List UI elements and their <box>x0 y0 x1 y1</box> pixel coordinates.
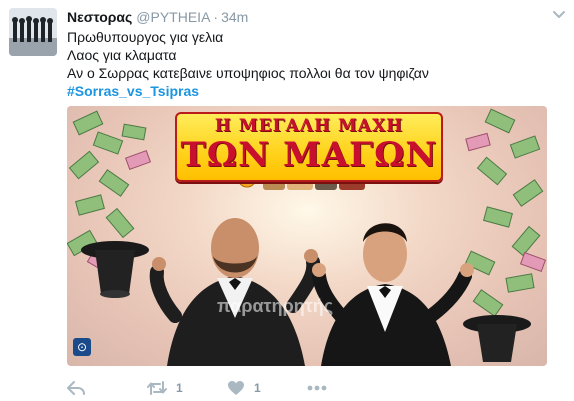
banner-title-line-1: Η ΜΕΓΑΛΗ ΜΑΧΗ <box>214 116 404 136</box>
retweet-button[interactable]: 1 <box>147 378 183 398</box>
banner-title-line-2: ΤΩΝ ΜΑΓΩΝ <box>180 135 438 175</box>
tweet-actions: 1 1 <box>67 378 367 398</box>
display-name[interactable]: Νεστορας <box>67 9 132 25</box>
hashtag-link[interactable]: #Sorras_vs_Tsipras <box>67 82 562 100</box>
chevron-down-icon[interactable] <box>552 10 566 20</box>
heart-icon <box>228 381 244 395</box>
more-button[interactable] <box>307 378 327 398</box>
tweet-media[interactable]: Η ΜΕΓΑΛΗ ΜΑΧΗ ΤΩΝ ΜΑΓΩΝ παρατηρητής ⊙ <box>67 106 547 366</box>
avatar-image <box>9 8 57 56</box>
tweet-text-line-2: Λαος για κλαματα <box>67 47 177 63</box>
channel-logo: ⊙ <box>73 338 91 356</box>
retweet-icon <box>147 381 167 395</box>
poster-banner: Η ΜΕΓΑΛΗ ΜΑΧΗ ΤΩΝ ΜΑΓΩΝ <box>175 112 443 182</box>
tweet-header: Νεστορας @PYTHEIA · 34m <box>67 8 248 26</box>
tweet-text-line-3: Αν ο Σωρρας κατεβαινε υποψηφιος πολλοι θ… <box>67 65 429 81</box>
retweet-count: 1 <box>176 381 183 395</box>
tweet-text-line-1: Πρωθυπουργος για γελια <box>67 29 224 45</box>
watermark: παρατηρητής <box>217 296 334 316</box>
separator-dot: · <box>213 9 219 25</box>
like-button[interactable]: 1 <box>227 378 261 398</box>
like-count: 1 <box>254 381 261 395</box>
reply-button[interactable] <box>67 378 85 398</box>
timestamp[interactable]: 34m <box>221 9 248 25</box>
reply-icon <box>67 381 85 395</box>
more-dots-icon <box>307 385 327 391</box>
tweet-text: Πρωθυπουργος για γελια Λαος για κλαματα … <box>67 28 562 100</box>
tweet: Νεστορας @PYTHEIA · 34m Πρωθυπουργος για γε… <box>0 0 574 401</box>
user-handle[interactable]: @PYTHEIA <box>136 9 210 25</box>
avatar[interactable] <box>9 8 57 56</box>
